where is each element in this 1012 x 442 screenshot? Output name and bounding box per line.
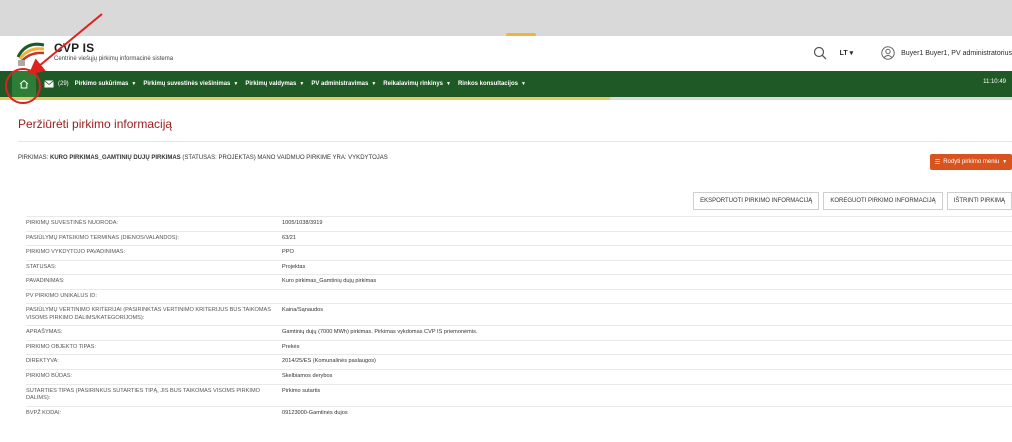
home-icon (19, 79, 29, 89)
table-row: DIREKTYVA: 2014/25/ES (Komunalinės paslau… (26, 354, 1012, 370)
mail-icon[interactable] (44, 80, 54, 88)
table-row: PIRKIMO BŪDAS: Skelbiamos derybos (26, 369, 1012, 385)
nav-pv-administravimas[interactable]: PV administravimas ▼ (311, 81, 376, 87)
procurement-details-table: PIRKIMŲ SUVESTINĖS NUORODA: 1005/1038/391… (26, 216, 1012, 421)
caret-down-icon: ▼ (233, 81, 239, 87)
detail-label: STATUSAS: (26, 259, 282, 275)
detail-label: PAVADINIMAS: (26, 274, 282, 290)
message-count[interactable]: (29) (58, 81, 69, 87)
table-row: PASIŪLYMŲ PATEIKIMO TERMINAS (DIENOS/VAL… (26, 230, 1012, 246)
table-row: PIRKIMŲ SUVESTINĖS NUORODA: 1005/1038/391… (26, 216, 1012, 232)
detail-value: 2014/25/ES (Komunalinės paslaugos) (282, 354, 1012, 370)
detail-value: PPO (282, 245, 1012, 261)
menu-button-label: Rodyti pirkimo meniu (943, 159, 1000, 165)
detail-value: Gamtinių dujų (7000 MWh) pirkimas. Pirki… (282, 325, 1012, 341)
caret-down-icon: ▼ (299, 81, 305, 87)
detail-label: PASIŪLYMŲ PATEIKIMO TERMINAS (DIENOS/VAL… (26, 230, 282, 246)
procurement-name: KURO PIRKIMAS_GAMTINIŲ DUJŲ PIRKIMAS (50, 155, 181, 161)
main-content: Peržiūrėti pirkimo informaciją PIRKIMAS:… (0, 100, 1012, 442)
table-row: STATUSAS: Projektas (26, 259, 1012, 275)
table-row: SUTARTIES TIPAS (PASIRINKUS SUTARTIES TI… (26, 383, 1012, 407)
nav-label: Reikalavimų rinkinys (383, 81, 443, 87)
detail-label: SUTARTIES TIPAS (PASIRINKUS SUTARTIES TI… (26, 383, 282, 407)
table-row: BVPŽ KODAI: 09123000-Gamtinės dujos (26, 405, 1012, 421)
detail-value: Kuro pirkimas_Gamtinių dujų pirkimas (282, 274, 1012, 290)
table-row: PIRKIMO OBJEKTO TIPAS: Prekės (26, 339, 1012, 355)
list-icon: ☰ (934, 159, 941, 166)
detail-label: PIRKIMŲ SUVESTINĖS NUORODA: (26, 216, 282, 232)
procurement-summary: PIRKIMAS: KURO PIRKIMAS_GAMTINIŲ DUJŲ PI… (18, 155, 388, 161)
detail-value: 09123000-Gamtinės dujos (282, 405, 1012, 421)
delete-procurement-button[interactable]: IŠTRINTI PIRKIMĄ (946, 192, 1012, 210)
detail-value: Projektas (282, 259, 1012, 275)
table-row: APRAŠYMAS: Gamtinių dujų (7000 MWh) pirki… (26, 325, 1012, 341)
detail-value (282, 288, 1012, 304)
detail-label: BVPŽ KODAI: (26, 405, 282, 421)
caret-down-icon: ▼ (520, 81, 526, 87)
brand-title: CVP IS (54, 41, 95, 55)
divider (18, 141, 1012, 142)
nav-label: Pirkimų valdymas (245, 81, 297, 87)
table-row: PIRKIMO VYKDYTOJO PAVADINIMAS: PPO (26, 245, 1012, 261)
nav-label: PV administravimas (311, 81, 369, 87)
action-buttons: EKSPORTUOTI PIRKIMO INFORMACIJĄ KOREGUOT… (689, 192, 1012, 210)
procurement-role: MANO VAIDMUO PIRKIME YRA: VYKDYTOJAS (257, 155, 388, 161)
nav-pirkimo-sukurimas[interactable]: Pirkimo sukūrimas ▼ (75, 81, 137, 87)
procurement-status: (STATUSAS: PROJEKTAS) (182, 155, 256, 161)
caret-down-icon: ▼ (371, 81, 377, 87)
brand-subtitle: Centrinė viešųjų pirkimų informacinė sis… (54, 56, 174, 62)
language-selector[interactable]: LT ▾ (840, 49, 854, 57)
user-name-link[interactable]: Buyer1 Buyer1, PV administratorius (901, 50, 1012, 57)
detail-label: PV PIRKIMO UNIKALUS ID: (26, 288, 282, 304)
top-gray-strip (0, 0, 1012, 36)
caret-down-icon: ▼ (131, 81, 137, 87)
detail-label: PASIŪLYMŲ VERTINIMO KRITERIJAI (PASIRINK… (26, 303, 282, 326)
home-button[interactable] (12, 71, 36, 97)
cvp-logo-icon[interactable] (16, 39, 46, 67)
detail-value: 1005/1038/3919 (282, 216, 1012, 232)
table-row: PV PIRKIMO UNIKALUS ID: (26, 288, 1012, 304)
nav-pirkimu-suvestines-viesinimas[interactable]: Pirkimų suvestinės viešinimas ▼ (143, 81, 238, 87)
detail-value: Prekės (282, 339, 1012, 355)
detail-label: PIRKIMO BŪDAS: (26, 369, 282, 385)
edit-procurement-button[interactable]: KOREGUOTI PIRKIMO INFORMACIJĄ (823, 192, 943, 210)
procurement-prefix: PIRKIMAS: (18, 155, 49, 161)
detail-label: PIRKIMO OBJEKTO TIPAS: (26, 339, 282, 355)
nav-pirkimu-valdymas[interactable]: Pirkimų valdymas ▼ (245, 81, 304, 87)
show-procurement-menu-button[interactable]: ☰ Rodyti pirkimo meniu ▼ (930, 154, 1012, 170)
search-icon[interactable] (813, 46, 827, 60)
detail-label: PIRKIMO VYKDYTOJO PAVADINIMAS: (26, 245, 282, 261)
nav-reikalavimu-rinkinys[interactable]: Reikalavimų rinkinys ▼ (383, 81, 451, 87)
table-row: PASIŪLYMŲ VERTINIMO KRITERIJAI (PASIRINK… (26, 303, 1012, 326)
header-tools: LT ▾ Buyer1 Buyer1, PV administratorius (813, 44, 1012, 62)
detail-label: DIREKTYVA: (26, 354, 282, 370)
table-row: PAVADINIMAS: Kuro pirkimas_Gamtinių dujų … (26, 274, 1012, 290)
detail-value: Skelbiamos derybos (282, 369, 1012, 385)
nav-label: Rinkos konsultacijos (457, 81, 518, 87)
nav-label: Pirkimo sukūrimas (74, 81, 129, 87)
nav-rinkos-konsultacijos[interactable]: Rinkos konsultacijos ▼ (458, 81, 526, 87)
session-clock: 11:10:49 (983, 79, 1006, 85)
detail-value: 63/21 (282, 230, 1012, 246)
page-title: Peržiūrėti pirkimo informaciją (18, 117, 173, 131)
language-label: LT (839, 50, 848, 57)
main-nav: (29) Pirkimo sukūrimas ▼ Pirkimų suvestin… (0, 71, 1012, 97)
detail-label: APRAŠYMAS: (26, 325, 282, 341)
detail-value: Kaina/Sąnaudos (282, 303, 1012, 326)
user-avatar-icon[interactable] (881, 46, 895, 60)
nav-label: Pirkimų suvestinės viešinimas (143, 81, 231, 87)
app-header: CVP IS Centrinė viešųjų pirkimų informac… (0, 36, 1012, 71)
export-procurement-button[interactable]: EKSPORTUOTI PIRKIMO INFORMACIJĄ (693, 192, 820, 210)
detail-value: Pirkimo sutartis (282, 383, 1012, 407)
caret-down-icon: ▼ (1002, 159, 1008, 165)
caret-down-icon: ▼ (446, 81, 451, 87)
